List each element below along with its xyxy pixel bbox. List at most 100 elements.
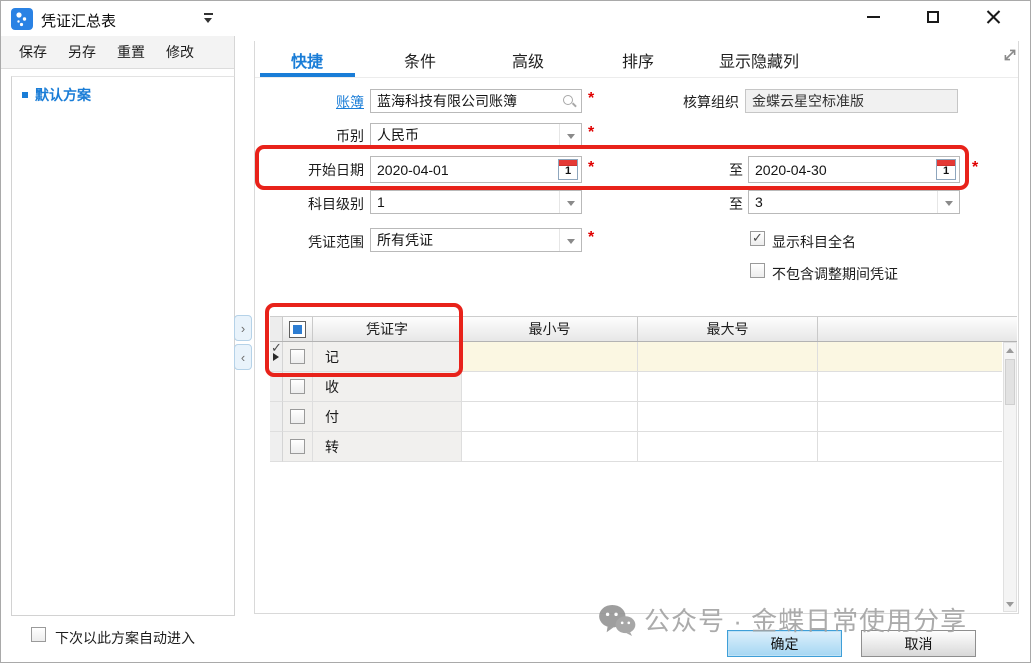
select-all-checkbox[interactable]: [289, 321, 306, 338]
show-full-name-checkbox[interactable]: [750, 231, 765, 246]
splitter-expand-button[interactable]: ›: [234, 315, 252, 341]
chevron-down-icon[interactable]: [559, 191, 581, 213]
expand-resize-icon[interactable]: [1002, 47, 1018, 63]
date-to-label: 至: [703, 160, 743, 180]
scheme-toolbar: 保存 另存 重置 修改: [1, 36, 234, 69]
row-checkbox[interactable]: [290, 349, 305, 364]
start-date-label: 开始日期: [264, 160, 364, 180]
max-number-cell[interactable]: [638, 432, 818, 462]
empty-cell: [818, 372, 1002, 402]
scroll-down-icon[interactable]: [1004, 597, 1016, 611]
chevron-down-icon[interactable]: [937, 191, 959, 213]
min-number-cell[interactable]: [462, 342, 638, 372]
row-checkbox[interactable]: [290, 439, 305, 454]
titlebar: 凭证汇总表: [1, 1, 1030, 36]
max-number-cell[interactable]: [638, 402, 818, 432]
currency-combo[interactable]: 人民币: [370, 123, 582, 147]
row-checkbox-cell: [283, 432, 313, 462]
voucher-range-combo[interactable]: 所有凭证: [370, 228, 582, 252]
table-row[interactable]: 付: [270, 402, 1002, 432]
maximize-button[interactable]: [910, 1, 956, 33]
exclude-adjust-checkbox[interactable]: [750, 263, 765, 278]
row-checkbox[interactable]: [290, 379, 305, 394]
scrollbar-thumb[interactable]: [1005, 359, 1015, 405]
row-indicator: [270, 372, 283, 402]
column-header-voucher-word[interactable]: 凭证字: [313, 317, 462, 341]
empty-cell: [818, 342, 1002, 372]
subject-level-combo[interactable]: 1: [370, 190, 582, 214]
end-date-required-mark: *: [972, 159, 978, 177]
ok-button[interactable]: 确定: [727, 630, 842, 657]
tabstrip: 快捷 条件 高级 排序 显示隐藏列: [255, 41, 1018, 78]
max-number-cell[interactable]: [638, 372, 818, 402]
table-scrollbar[interactable]: [1003, 342, 1017, 612]
minimize-button[interactable]: [850, 1, 896, 33]
voucher-table-body: 记 收 付: [270, 342, 1002, 462]
chevron-down-icon[interactable]: [559, 229, 581, 251]
tab-sort[interactable]: 排序: [622, 48, 654, 72]
tab-condition[interactable]: 条件: [404, 48, 436, 72]
voucher-summary-dialog: 凭证汇总表 保存 另存 重置 修改 默认方案 快捷 条件 高级 排序 显示隐藏列: [0, 0, 1031, 663]
voucher-range-label: 凭证范围: [264, 232, 364, 252]
chevron-down-icon[interactable]: [559, 124, 581, 146]
tab-advanced[interactable]: 高级: [512, 48, 544, 72]
row-checkbox-cell: [283, 372, 313, 402]
save-button[interactable]: 保存: [19, 42, 47, 62]
tab-quick[interactable]: 快捷: [291, 48, 323, 72]
voucher-table-header: 凭证字 最小号 最大号: [270, 316, 1017, 342]
subject-level-to-value: 3: [755, 194, 763, 210]
org-field: 金蝶云星空标准版: [745, 89, 958, 113]
row-checkbox[interactable]: [290, 409, 305, 424]
voucher-word-cell[interactable]: 收: [313, 372, 462, 402]
start-date-required-mark: *: [588, 159, 594, 177]
scroll-up-icon[interactable]: [1004, 343, 1016, 357]
table-row[interactable]: 收: [270, 372, 1002, 402]
voucher-word-cell[interactable]: 转: [313, 432, 462, 462]
close-button[interactable]: [970, 1, 1016, 33]
table-row[interactable]: 记: [270, 342, 1002, 372]
subject-level-label: 科目级别: [264, 194, 364, 214]
ledger-label-link[interactable]: 账簿: [264, 92, 364, 112]
column-header-empty: [818, 317, 1017, 341]
currency-value: 人民币: [377, 125, 419, 145]
reset-button[interactable]: 重置: [117, 42, 145, 62]
ledger-field[interactable]: 蓝海科技有限公司账簿: [370, 89, 582, 113]
subject-level-to-combo[interactable]: 3: [748, 190, 960, 214]
voucher-word-cell[interactable]: 付: [313, 402, 462, 432]
column-header-min-number[interactable]: 最小号: [462, 317, 638, 341]
empty-cell: [818, 432, 1002, 462]
filter-panel: 快捷 条件 高级 排序 显示隐藏列 账簿 蓝海科技有限公司账簿 * 核算组织 金…: [254, 41, 1019, 614]
sidebar-item-default-scheme[interactable]: 默认方案: [12, 77, 234, 105]
save-as-button[interactable]: 另存: [68, 42, 96, 62]
exclude-adjust-label[interactable]: 不包含调整期间凭证: [772, 264, 898, 284]
row-indicator: [270, 432, 283, 462]
min-number-cell[interactable]: [462, 432, 638, 462]
end-date-field[interactable]: 2020-04-30: [748, 156, 960, 183]
voucher-range-value: 所有凭证: [377, 230, 433, 250]
cancel-button[interactable]: 取消: [861, 630, 976, 657]
calendar-icon[interactable]: [936, 159, 956, 180]
toolbar-overflow-icon[interactable]: [203, 12, 214, 24]
voucher-word-cell[interactable]: 记: [313, 342, 462, 372]
show-full-name-label[interactable]: 显示科目全名: [772, 232, 856, 252]
min-number-cell[interactable]: [462, 402, 638, 432]
search-icon[interactable]: [563, 95, 573, 105]
ledger-required-mark: *: [588, 90, 594, 108]
modify-button[interactable]: 修改: [166, 42, 194, 62]
max-number-cell[interactable]: [638, 342, 818, 372]
splitter-collapse-button[interactable]: ‹: [234, 344, 252, 370]
min-number-cell[interactable]: [462, 372, 638, 402]
start-date-field[interactable]: 2020-04-01: [370, 156, 582, 183]
currency-required-mark: *: [588, 124, 594, 142]
scheme-list-panel: 默认方案: [11, 76, 235, 616]
row-indicator-header: [270, 317, 283, 341]
tab-show-hide-columns[interactable]: 显示隐藏列: [719, 48, 799, 72]
select-all-header-cell: [283, 317, 313, 341]
org-label: 核算组织: [639, 92, 739, 112]
auto-enter-scheme-label[interactable]: 下次以此方案自动进入: [55, 628, 195, 648]
column-header-max-number[interactable]: 最大号: [638, 317, 818, 341]
table-row[interactable]: 转: [270, 432, 1002, 462]
calendar-icon[interactable]: [558, 159, 578, 180]
auto-enter-scheme-checkbox[interactable]: [31, 627, 46, 642]
end-date-value: 2020-04-30: [755, 162, 827, 178]
